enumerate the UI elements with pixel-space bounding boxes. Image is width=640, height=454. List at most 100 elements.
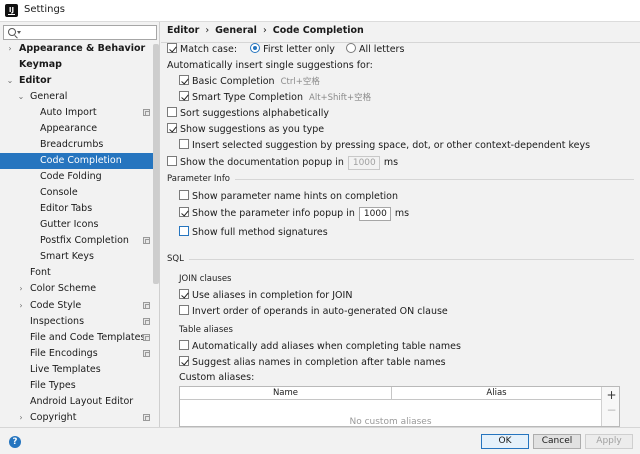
project-scope-icon xyxy=(143,414,150,421)
sidebar-item-breadcrumbs[interactable]: Breadcrumbs xyxy=(0,137,159,153)
breadcrumb-code-completion: Code Completion xyxy=(272,25,364,36)
sidebar-item-appearance[interactable]: Appearance xyxy=(0,121,159,137)
auto-add-aliases-checkbox[interactable] xyxy=(179,340,189,350)
sidebar-item-code-completion[interactable]: Code Completion xyxy=(0,153,159,169)
doc-popup-checkbox[interactable] xyxy=(167,156,177,166)
custom-aliases-table[interactable]: Name Alias No custom aliases + − xyxy=(179,386,620,427)
chevron-down-icon[interactable]: ⌄ xyxy=(17,89,25,105)
suggest-alias-row: Suggest alias names in completion after … xyxy=(179,355,446,371)
sidebar-item-file-types[interactable]: File Types xyxy=(0,378,159,394)
sidebar-item-label: Code Completion xyxy=(40,155,122,166)
column-header-alias[interactable]: Alias xyxy=(392,387,601,399)
info-popup-delay-input[interactable]: 1000 xyxy=(358,207,391,221)
match-case-checkbox[interactable] xyxy=(167,43,177,53)
match-case-label[interactable]: Match case: xyxy=(180,44,237,55)
table-toolbar: + − xyxy=(601,387,619,426)
doc-popup-label[interactable]: Show the documentation popup in xyxy=(180,157,344,168)
chevron-right-icon[interactable]: › xyxy=(17,298,25,314)
dialog-button-bar: ? OK Cancel Apply xyxy=(0,427,640,454)
basic-completion-checkbox[interactable] xyxy=(179,75,189,85)
sidebar-item-code-style[interactable]: › Code Style xyxy=(0,298,159,314)
join-clauses-title: JOIN clauses xyxy=(179,274,232,284)
sidebar-item-inspections[interactable]: Inspections xyxy=(0,314,159,330)
name-hints-checkbox[interactable] xyxy=(179,190,189,200)
chevron-right-icon[interactable]: › xyxy=(6,41,14,57)
sidebar-item-copyright[interactable]: › Copyright xyxy=(0,410,159,426)
auto-add-aliases-label[interactable]: Automatically add aliases when completin… xyxy=(192,341,461,352)
title-bar: IJ Settings xyxy=(0,0,640,22)
intellij-logo-icon: IJ xyxy=(5,4,18,17)
insert-selected-label[interactable]: Insert selected suggestion by pressing s… xyxy=(192,140,590,151)
all-letters-label[interactable]: All letters xyxy=(359,44,404,55)
sidebar-item-android-layout-editor[interactable]: Android Layout Editor xyxy=(0,394,159,410)
use-aliases-label[interactable]: Use aliases in completion for JOIN xyxy=(192,290,352,301)
first-letter-only-radio[interactable] xyxy=(250,43,261,53)
sidebar-item-editor[interactable]: ⌄ Editor xyxy=(0,73,159,89)
search-icon xyxy=(8,28,16,36)
apply-button[interactable]: Apply xyxy=(585,434,633,449)
all-letters-radio[interactable] xyxy=(345,43,356,53)
window-title: Settings xyxy=(24,4,66,15)
sidebar-item-label: Copyright xyxy=(30,412,77,423)
info-popup-label[interactable]: Show the parameter info popup in xyxy=(192,208,355,219)
insert-selected-checkbox[interactable] xyxy=(179,139,189,149)
sidebar-item-live-templates[interactable]: Live Templates xyxy=(0,362,159,378)
sidebar-item-label: Color Scheme xyxy=(30,283,97,294)
sidebar-item-label: Appearance xyxy=(40,123,98,134)
search-box[interactable] xyxy=(3,25,157,40)
sort-alpha-label[interactable]: Sort suggestions alphabetically xyxy=(180,108,329,119)
name-hints-label[interactable]: Show parameter name hints on completion xyxy=(192,191,398,202)
full-signatures-label[interactable]: Show full method signatures xyxy=(192,227,328,238)
doc-popup-delay-input[interactable]: 1000 xyxy=(347,156,380,170)
first-letter-only-label[interactable]: First letter only xyxy=(263,44,335,55)
doc-popup-row: Show the documentation popup in 1000 ms xyxy=(167,155,398,171)
chevron-down-icon[interactable]: ⌄ xyxy=(6,73,14,89)
sidebar-item-auto-import[interactable]: Auto Import xyxy=(0,105,159,121)
sidebar-item-smart-keys[interactable]: Smart Keys xyxy=(0,249,159,265)
settings-content: Editor › General › Code Completion Match cas… xyxy=(161,22,640,427)
cancel-button[interactable]: Cancel xyxy=(533,434,581,449)
sidebar-item-label: Editor xyxy=(19,75,52,86)
sidebar-item-color-scheme[interactable]: › Color Scheme xyxy=(0,281,159,297)
sidebar-item-postfix-completion[interactable]: Postfix Completion xyxy=(0,233,159,249)
smart-type-completion-label[interactable]: Smart Type Completion xyxy=(192,92,303,103)
show-as-you-type-checkbox[interactable] xyxy=(167,123,177,133)
settings-search-input[interactable] xyxy=(26,26,154,39)
suggest-alias-checkbox[interactable] xyxy=(179,356,189,366)
ok-button[interactable]: OK xyxy=(481,434,529,449)
sidebar-item-code-folding[interactable]: Code Folding xyxy=(0,169,159,185)
sidebar-item-label: Keymap xyxy=(19,59,62,70)
sidebar-scrollbar[interactable] xyxy=(153,44,159,284)
sidebar-item-file-and-code-templates[interactable]: File and Code Templates xyxy=(0,330,159,346)
sort-alpha-checkbox[interactable] xyxy=(167,107,177,117)
project-scope-icon xyxy=(143,109,150,116)
add-alias-icon[interactable]: + xyxy=(602,387,619,403)
basic-completion-label[interactable]: Basic Completion xyxy=(192,76,275,87)
sidebar-item-console[interactable]: Console xyxy=(0,185,159,201)
invert-order-checkbox[interactable] xyxy=(179,305,189,315)
info-popup-checkbox[interactable] xyxy=(179,207,189,217)
search-history-dropdown-icon[interactable] xyxy=(17,31,21,34)
invert-order-label[interactable]: Invert order of operands in auto-generat… xyxy=(192,306,448,317)
chevron-right-icon[interactable]: › xyxy=(17,410,25,426)
sidebar-item-keymap[interactable]: Keymap xyxy=(0,57,159,73)
suggest-alias-label[interactable]: Suggest alias names in completion after … xyxy=(192,357,446,368)
help-icon[interactable]: ? xyxy=(9,436,21,448)
full-signatures-checkbox[interactable] xyxy=(179,226,189,236)
project-scope-icon xyxy=(143,302,150,309)
sidebar-item-font[interactable]: Font xyxy=(0,265,159,281)
sidebar-item-editor-tabs[interactable]: Editor Tabs xyxy=(0,201,159,217)
show-as-you-type-label[interactable]: Show suggestions as you type xyxy=(180,124,324,135)
sidebar-item-gutter-icons[interactable]: Gutter Icons xyxy=(0,217,159,233)
remove-alias-icon[interactable]: − xyxy=(602,403,619,419)
sidebar-item-appearance-behavior[interactable]: › Appearance & Behavior xyxy=(0,41,159,57)
use-aliases-checkbox[interactable] xyxy=(179,289,189,299)
column-header-name[interactable]: Name xyxy=(180,387,392,399)
chevron-right-icon[interactable]: › xyxy=(17,281,25,297)
full-signatures-row: Show full method signatures xyxy=(179,225,328,241)
sidebar-item-label: Font xyxy=(30,267,51,278)
sidebar-item-label: Appearance & Behavior xyxy=(19,43,146,54)
sidebar-item-general[interactable]: ⌄ General xyxy=(0,89,159,105)
smart-type-completion-checkbox[interactable] xyxy=(179,91,189,101)
sidebar-item-file-encodings[interactable]: File Encodings xyxy=(0,346,159,362)
